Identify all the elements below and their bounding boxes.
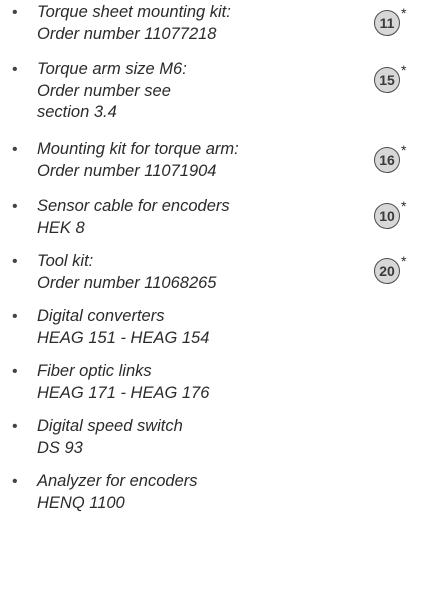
asterisk: * — [401, 142, 407, 158]
badge-number: 15 — [374, 67, 400, 93]
bullet: • — [12, 473, 18, 490]
badge-number: 20 — [374, 258, 400, 284]
list-item-text: Digital speed switch DS 93 — [37, 417, 183, 457]
reference-badge: 11 * — [374, 6, 406, 38]
bullet: • — [12, 253, 18, 270]
list-item-text: Fiber optic links HEAG 171 - HEAG 176 — [37, 362, 210, 402]
asterisk: * — [401, 62, 407, 78]
accessory-list: • Torque sheet mounting kit: Order numbe… — [0, 0, 424, 596]
bullet: • — [12, 4, 18, 21]
asterisk: * — [401, 198, 407, 214]
reference-badge: 10 * — [374, 199, 406, 231]
bullet: • — [12, 363, 18, 380]
bullet: • — [12, 308, 18, 325]
list-item-text: Digital converters HEAG 151 - HEAG 154 — [37, 307, 210, 347]
asterisk: * — [401, 5, 407, 21]
bullet: • — [12, 198, 18, 215]
list-item-text: Tool kit: Order number 11068265 — [37, 252, 217, 292]
list-item-text: Analyzer for encoders HENQ 1100 — [37, 472, 198, 512]
list-item-text: Mounting kit for torque arm: Order numbe… — [37, 140, 239, 180]
badge-number: 16 — [374, 147, 400, 173]
list-item-text: Torque arm size M6: Order number see sec… — [37, 60, 187, 121]
bullet: • — [12, 418, 18, 435]
list-item-text: Torque sheet mounting kit: Order number … — [37, 3, 231, 43]
reference-badge: 16 * — [374, 143, 406, 175]
bullet: • — [12, 61, 18, 78]
asterisk: * — [401, 253, 407, 269]
badge-number: 11 — [374, 10, 400, 36]
reference-badge: 15 * — [374, 63, 406, 95]
reference-badge: 20 * — [374, 254, 406, 286]
bullet: • — [12, 141, 18, 158]
badge-number: 10 — [374, 203, 400, 229]
list-item-text: Sensor cable for encoders HEK 8 — [37, 197, 230, 237]
